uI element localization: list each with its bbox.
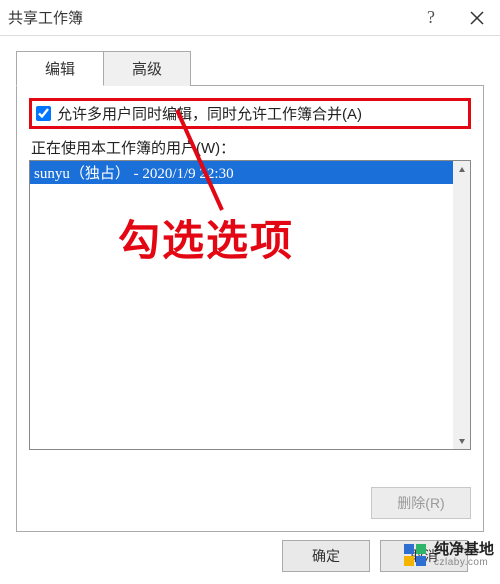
users-listbox[interactable]: sunyu（独占） - 2020/1/9 22:30 (29, 160, 471, 450)
tab-edit[interactable]: 编辑 (16, 51, 104, 86)
dialog-body: 编辑 高级 允许多用户同时编辑，同时允许工作簿合并(A) 正在使用本工作簿的用户… (0, 36, 500, 584)
watermark: 纯净基地 czlaby.com (402, 542, 494, 568)
tab-strip: 编辑 高级 (16, 50, 484, 86)
list-item[interactable]: sunyu（独占） - 2020/1/9 22:30 (30, 161, 453, 184)
watermark-name: 纯净基地 (434, 542, 494, 558)
remove-button: 删除(R) (371, 487, 471, 519)
tab-panel-edit: 允许多用户同时编辑，同时允许工作簿合并(A) 正在使用本工作簿的用户(W)： s… (16, 86, 484, 532)
listbox-scrollbar[interactable] (453, 161, 470, 449)
allow-multi-user-label[interactable]: 允许多用户同时编辑，同时允许工作簿合并(A) (57, 103, 362, 124)
scroll-up-button[interactable] (453, 161, 470, 178)
allow-multi-user-checkbox[interactable] (36, 106, 51, 121)
allow-multi-user-row: 允许多用户同时编辑，同时允许工作簿合并(A) (29, 98, 471, 129)
watermark-url: czlaby.com (434, 558, 494, 569)
titlebar: 共享工作簿 ? (0, 0, 500, 36)
users-label: 正在使用本工作簿的用户(W)： (31, 137, 471, 158)
close-icon (470, 11, 484, 25)
help-button[interactable]: ? (408, 0, 454, 35)
watermark-text: 纯净基地 czlaby.com (434, 542, 494, 568)
tab-advanced[interactable]: 高级 (104, 51, 191, 86)
scroll-down-button[interactable] (453, 432, 470, 449)
window-title: 共享工作簿 (8, 7, 83, 28)
listbox-buttons: 删除(R) (371, 487, 471, 519)
chevron-down-icon (458, 437, 466, 445)
close-button[interactable] (454, 0, 500, 35)
window-controls: ? (408, 0, 500, 35)
ok-button[interactable]: 确定 (282, 540, 370, 572)
chevron-up-icon (458, 166, 466, 174)
watermark-logo-icon (402, 542, 428, 568)
